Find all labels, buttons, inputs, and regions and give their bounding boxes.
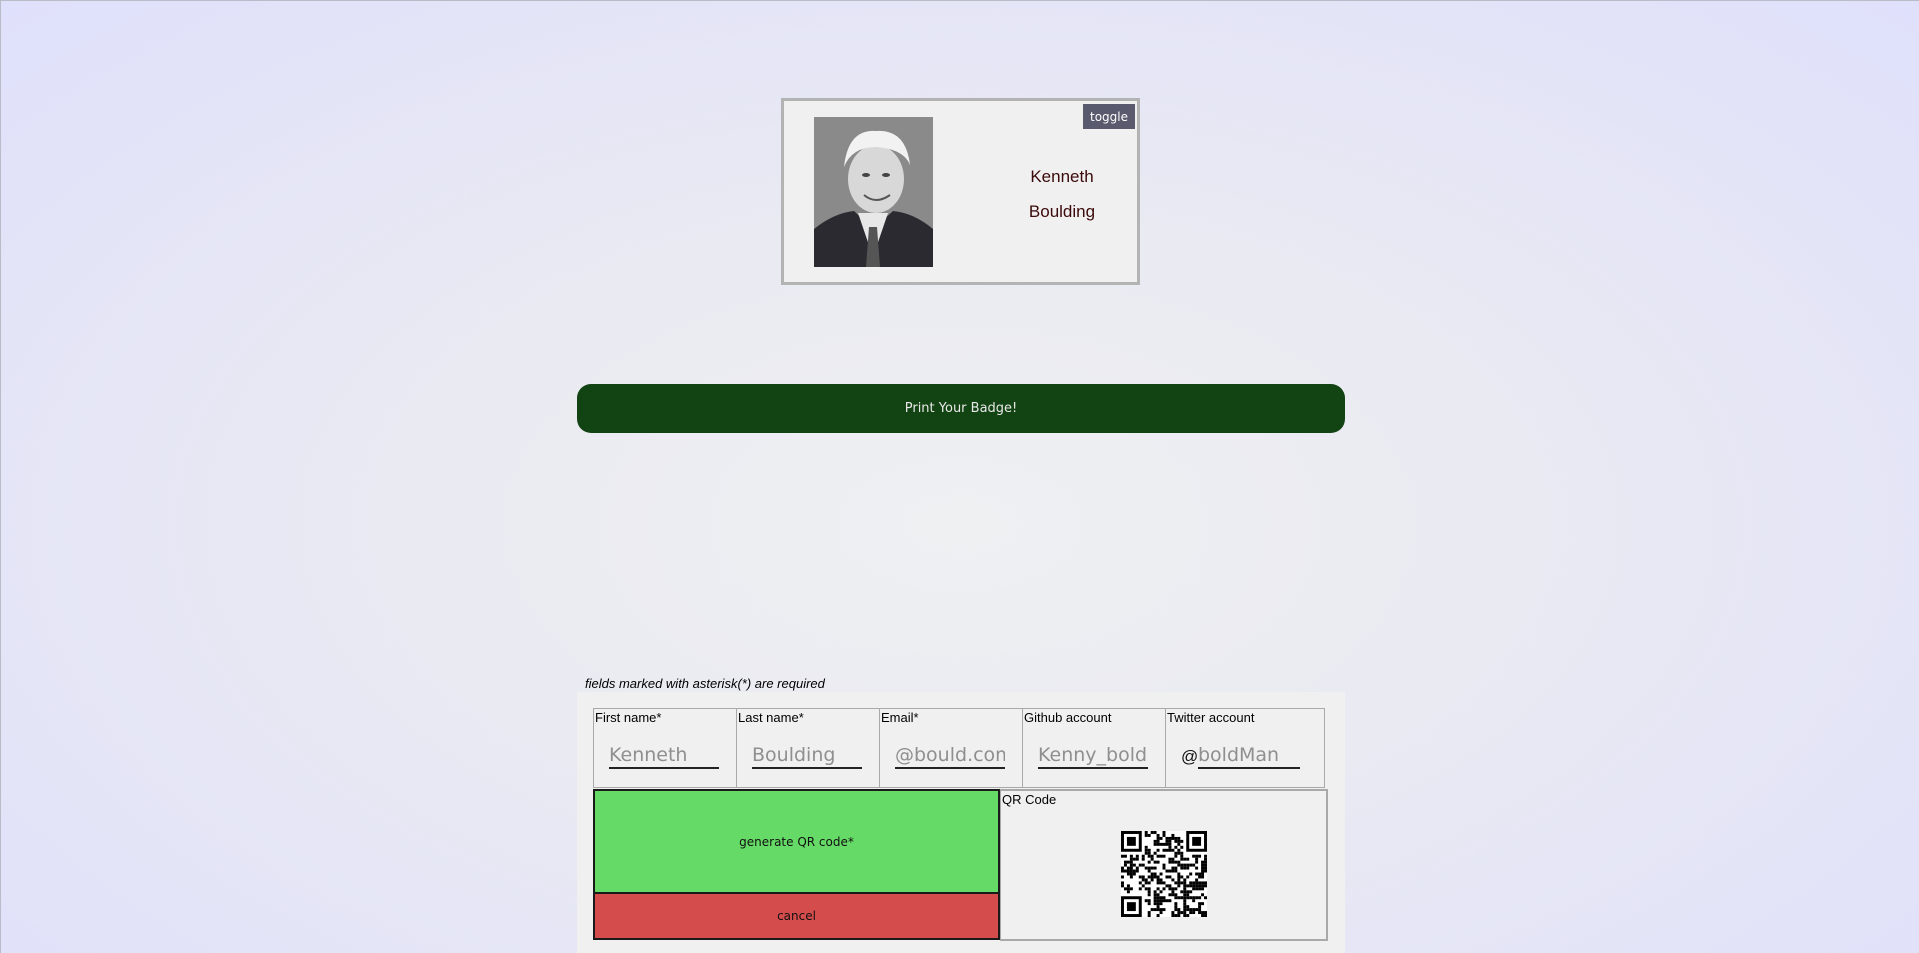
badge-preview: Kenneth Boulding toggle — [781, 98, 1140, 285]
github-input[interactable] — [1038, 743, 1148, 769]
cancel-button[interactable]: cancel — [593, 894, 1000, 940]
github-field: Github account — [1022, 708, 1166, 788]
portrait-photo-icon — [814, 117, 933, 267]
qr-code-label: QR Code — [1002, 792, 1057, 807]
twitter-field: Twitter account @ — [1165, 708, 1325, 788]
qr-code-icon — [1121, 831, 1207, 917]
toggle-button[interactable]: toggle — [1083, 104, 1135, 129]
required-fields-note: fields marked with asterisk(*) are requi… — [585, 676, 825, 691]
badge-first-name: Kenneth — [1030, 167, 1094, 186]
print-badge-button[interactable]: Print Your Badge! — [577, 384, 1345, 433]
badge-photo — [814, 117, 933, 267]
actions-row: generate QR code* cancel QR Code — [593, 789, 1328, 941]
twitter-input[interactable] — [1198, 743, 1300, 769]
qr-code-panel: QR Code — [1000, 789, 1328, 941]
generate-qr-button[interactable]: generate QR code* — [593, 789, 1000, 894]
first-name-input[interactable] — [609, 743, 719, 769]
first-name-field: First name* — [593, 708, 737, 788]
last-name-input[interactable] — [752, 743, 862, 769]
first-name-label: First name* — [595, 710, 662, 725]
last-name-label: Last name* — [738, 710, 804, 725]
action-buttons: generate QR code* cancel — [593, 789, 1000, 941]
badge-form: First name* Last name* Email* Github acc… — [577, 692, 1345, 953]
email-label: Email* — [881, 710, 919, 725]
github-label: Github account — [1024, 710, 1112, 725]
twitter-label: Twitter account — [1167, 710, 1255, 725]
twitter-at-prefix: @ — [1181, 747, 1199, 766]
email-input[interactable] — [895, 743, 1005, 769]
fields-row: First name* Last name* Email* Github acc… — [593, 708, 1328, 788]
last-name-field: Last name* — [736, 708, 880, 788]
badge-last-name: Boulding — [1028, 202, 1096, 221]
email-field: Email* — [879, 708, 1023, 788]
